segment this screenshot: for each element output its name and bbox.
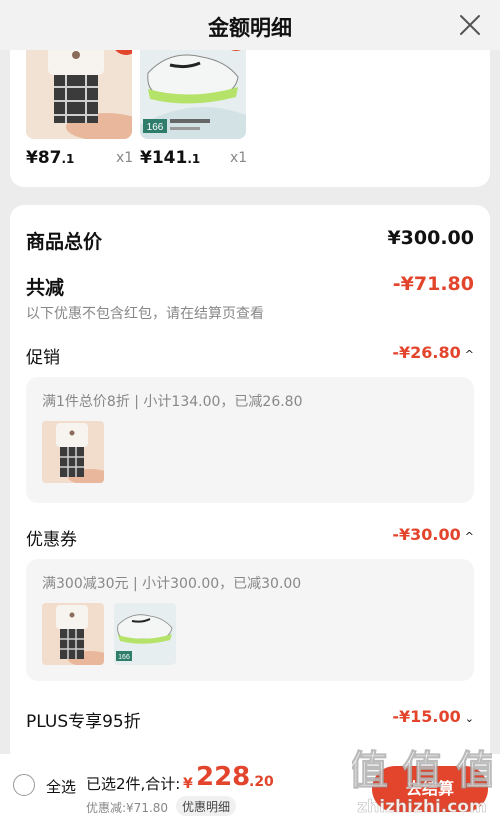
promotion-detail-text: 满1件总价8折 | 小计134.00，已减26.80 [42, 394, 303, 410]
plus-discount-toggle[interactable]: -¥15.00 ⌄ [392, 707, 474, 726]
coupon-item-thumbnail-pajamas [42, 603, 104, 665]
coupon-toggle[interactable]: -¥30.00 ^ [392, 525, 474, 544]
product-price: ¥87.1 [26, 148, 75, 168]
total-price-value: ¥300.00 [387, 227, 474, 249]
discount-detail-link[interactable]: 优惠明细 [176, 796, 237, 816]
total-amount-decimal: .20 [249, 774, 274, 790]
coupon-item-thumbnail-sneaker: 166 [114, 603, 176, 665]
coupon-detail-box: 满300减30元 | 小计300.00，已减30.00 166 [26, 559, 474, 681]
promotion-detail-box: 满1件总价8折 | 小计134.00，已减26.80 [26, 377, 474, 503]
plus-discount-label: PLUS专享95折 [26, 712, 141, 732]
chevron-down-icon: ⌄ [464, 712, 474, 725]
select-all-label[interactable]: 全选 [46, 776, 76, 797]
coupon-value: -¥30.00 [392, 525, 461, 544]
total-reduction-label: 共减 [26, 277, 65, 299]
plus-discount-value: -¥15.00 [392, 707, 461, 726]
promotion-value: -¥26.80 [392, 343, 461, 362]
promotion-label: 促销 [26, 348, 60, 368]
checkout-button[interactable]: 去结算 [372, 766, 488, 812]
close-icon[interactable] [458, 13, 482, 37]
coupon-detail-text: 满300减30元 | 小计300.00，已减30.00 [42, 576, 302, 592]
price-detail-card: 商品总价 ¥300.00 共减 -¥71.80 以下优惠不包含红包，请在结算页查… [10, 205, 490, 765]
product-list: 166 ¥87.1 x1 ¥141.1 x1 [10, 35, 490, 187]
product-price: ¥141.1 [140, 148, 201, 168]
total-price-label: 商品总价 [26, 231, 103, 253]
coupon-label: 优惠券 [26, 530, 77, 550]
product-badge: 166 [147, 122, 164, 133]
checkout-bar: 全选 已选2件,合计: ¥ 228 .20 优惠减:¥71.80 优惠明细 去结… [0, 754, 500, 825]
modal-header: 金额明细 [0, 0, 500, 50]
total-reduction-value: -¥71.80 [392, 273, 474, 295]
chevron-up-icon: ^ [464, 530, 474, 543]
svg-text:166: 166 [118, 654, 130, 661]
product-thumbnail-pajamas[interactable] [26, 35, 132, 139]
promotion-item-thumbnail [42, 421, 104, 483]
select-all-radio[interactable] [13, 774, 35, 796]
chevron-up-icon: ^ [464, 348, 474, 361]
selected-count-text: 已选2件,合计: [86, 775, 181, 793]
page-title: 金额明细 [208, 16, 292, 40]
product-thumbnail-sneaker[interactable]: 166 [140, 35, 246, 139]
total-amount: 228 [196, 762, 251, 792]
discount-summary: 优惠减:¥71.80 [86, 801, 169, 815]
total-currency: ¥ [183, 776, 193, 792]
reduction-note: 以下优惠不包含红包，请在结算页查看 [26, 306, 264, 322]
promotion-toggle[interactable]: -¥26.80 ^ [392, 343, 474, 362]
product-quantity: x1 [230, 150, 248, 166]
product-quantity: x1 [116, 150, 134, 166]
